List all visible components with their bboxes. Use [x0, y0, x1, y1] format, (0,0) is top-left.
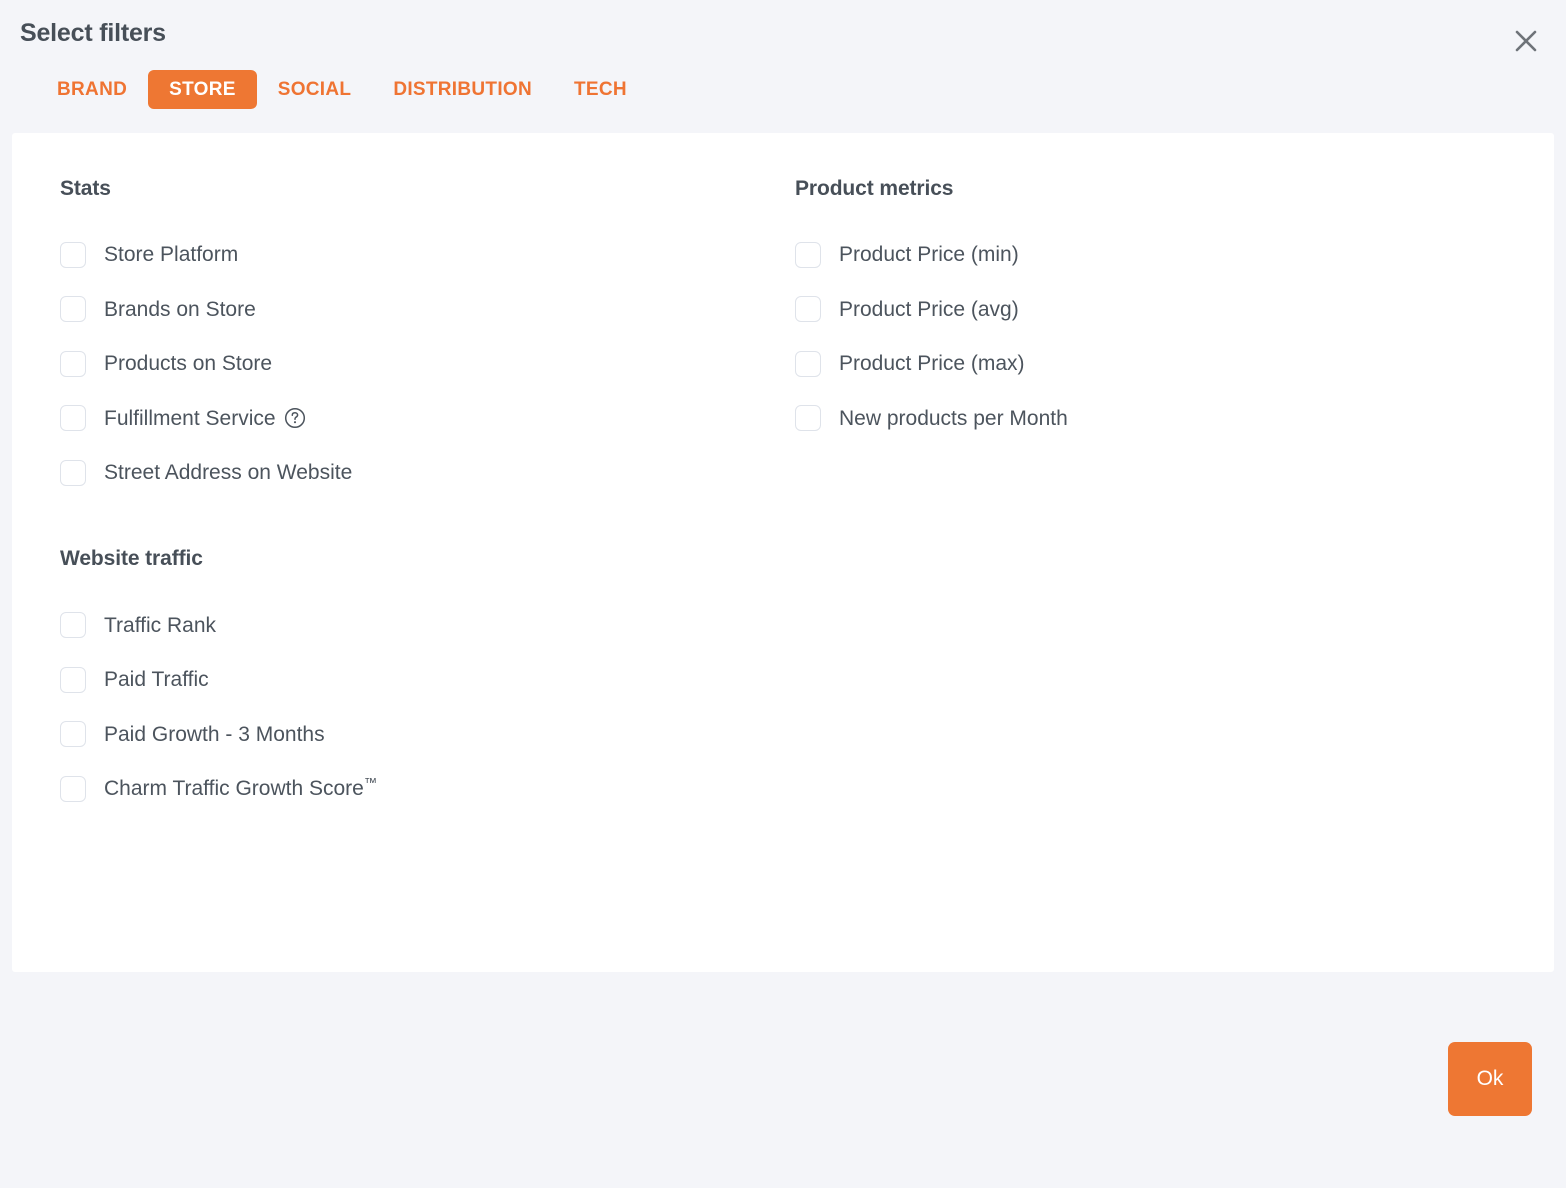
label-store-platform: Store Platform: [104, 242, 238, 267]
filters-columns: Stats Store Platform Brands on Store: [60, 177, 1506, 817]
close-button[interactable]: [1504, 19, 1548, 63]
filter-option-charm-traffic-growth-score[interactable]: Charm Traffic Growth Score™: [60, 762, 795, 817]
checkbox-brands-on-store[interactable]: [60, 296, 86, 322]
filter-option-brands-on-store[interactable]: Brands on Store: [60, 282, 795, 337]
checkbox-product-price-avg[interactable]: [795, 296, 821, 322]
trademark-symbol: ™: [364, 775, 377, 790]
label-brands-on-store: Brands on Store: [104, 297, 256, 322]
filter-category-tabs: BRAND STORE SOCIAL DISTRIBUTION TECH: [20, 68, 1542, 112]
checkbox-store-platform[interactable]: [60, 242, 86, 268]
filter-option-street-address-on-website[interactable]: Street Address on Website: [60, 446, 795, 501]
checkbox-product-price-max[interactable]: [795, 351, 821, 377]
checkbox-new-products-per-month[interactable]: [795, 405, 821, 431]
filter-option-new-products-per-month[interactable]: New products per Month: [795, 391, 1506, 446]
filters-panel: Stats Store Platform Brands on Store: [12, 133, 1554, 972]
dialog-header: Select filters BRAND STORE SOCIAL DISTRI…: [0, 0, 1566, 112]
filter-group-website-traffic: Website traffic Traffic Rank Paid Traffi…: [60, 547, 795, 816]
group-title-product-metrics: Product metrics: [795, 177, 1506, 200]
checkbox-charm-traffic-growth-score[interactable]: [60, 776, 86, 802]
dialog-footer: Ok: [0, 972, 1566, 1188]
filter-option-paid-traffic[interactable]: Paid Traffic: [60, 653, 795, 708]
label-products-on-store: Products on Store: [104, 351, 272, 376]
tab-distribution[interactable]: DISTRIBUTION: [372, 70, 553, 109]
checkbox-street-address-on-website[interactable]: [60, 460, 86, 486]
tab-social[interactable]: SOCIAL: [257, 70, 373, 109]
checkbox-fulfillment-service[interactable]: [60, 405, 86, 431]
checkbox-paid-traffic[interactable]: [60, 667, 86, 693]
filter-option-product-price-min[interactable]: Product Price (min): [795, 228, 1506, 283]
filter-option-product-price-avg[interactable]: Product Price (avg): [795, 282, 1506, 337]
filter-group-stats: Stats Store Platform Brands on Store: [60, 177, 795, 501]
tab-tech[interactable]: TECH: [553, 70, 648, 109]
ok-button[interactable]: Ok: [1448, 1042, 1532, 1116]
filter-option-paid-growth-3-months[interactable]: Paid Growth - 3 Months: [60, 707, 795, 762]
tab-store[interactable]: STORE: [148, 70, 257, 109]
checkbox-products-on-store[interactable]: [60, 351, 86, 377]
checkbox-paid-growth-3-months[interactable]: [60, 721, 86, 747]
label-street-address-on-website: Street Address on Website: [104, 460, 352, 485]
right-column: Product metrics Product Price (min) Prod…: [795, 177, 1506, 446]
filter-option-fulfillment-service[interactable]: Fulfillment Service: [60, 391, 795, 446]
stats-checkbox-list: Store Platform Brands on Store Products …: [60, 228, 795, 501]
filter-option-products-on-store[interactable]: Products on Store: [60, 337, 795, 392]
close-icon: [1513, 28, 1539, 54]
product-metrics-checkbox-list: Product Price (min) Product Price (avg) …: [795, 228, 1506, 446]
label-traffic-rank: Traffic Rank: [104, 613, 216, 638]
filter-option-store-platform[interactable]: Store Platform: [60, 228, 795, 283]
label-fulfillment-service: Fulfillment Service: [104, 406, 276, 431]
tab-brand[interactable]: BRAND: [36, 70, 148, 109]
label-product-price-max: Product Price (max): [839, 351, 1025, 376]
left-column: Stats Store Platform Brands on Store: [60, 177, 795, 817]
group-title-website-traffic: Website traffic: [60, 547, 795, 570]
checkbox-product-price-min[interactable]: [795, 242, 821, 268]
label-paid-traffic: Paid Traffic: [104, 667, 209, 692]
website-traffic-checkbox-list: Traffic Rank Paid Traffic Paid Growth - …: [60, 598, 795, 816]
filter-option-product-price-max[interactable]: Product Price (max): [795, 337, 1506, 392]
checkbox-traffic-rank[interactable]: [60, 612, 86, 638]
label-new-products-per-month: New products per Month: [839, 406, 1068, 431]
select-filters-dialog: Select filters BRAND STORE SOCIAL DISTRI…: [0, 0, 1566, 1188]
label-product-price-avg: Product Price (avg): [839, 297, 1019, 322]
help-circle-icon[interactable]: [284, 407, 306, 429]
filter-option-traffic-rank[interactable]: Traffic Rank: [60, 598, 795, 653]
page-title: Select filters: [20, 20, 1542, 48]
label-paid-growth-3-months: Paid Growth - 3 Months: [104, 722, 325, 747]
label-charm-traffic-growth-score: Charm Traffic Growth Score™: [104, 776, 377, 801]
label-product-price-min: Product Price (min): [839, 242, 1019, 267]
group-title-stats: Stats: [60, 177, 795, 200]
label-charm-traffic-growth-score-text: Charm Traffic Growth Score: [104, 777, 364, 800]
filter-group-product-metrics: Product metrics Product Price (min) Prod…: [795, 177, 1506, 446]
